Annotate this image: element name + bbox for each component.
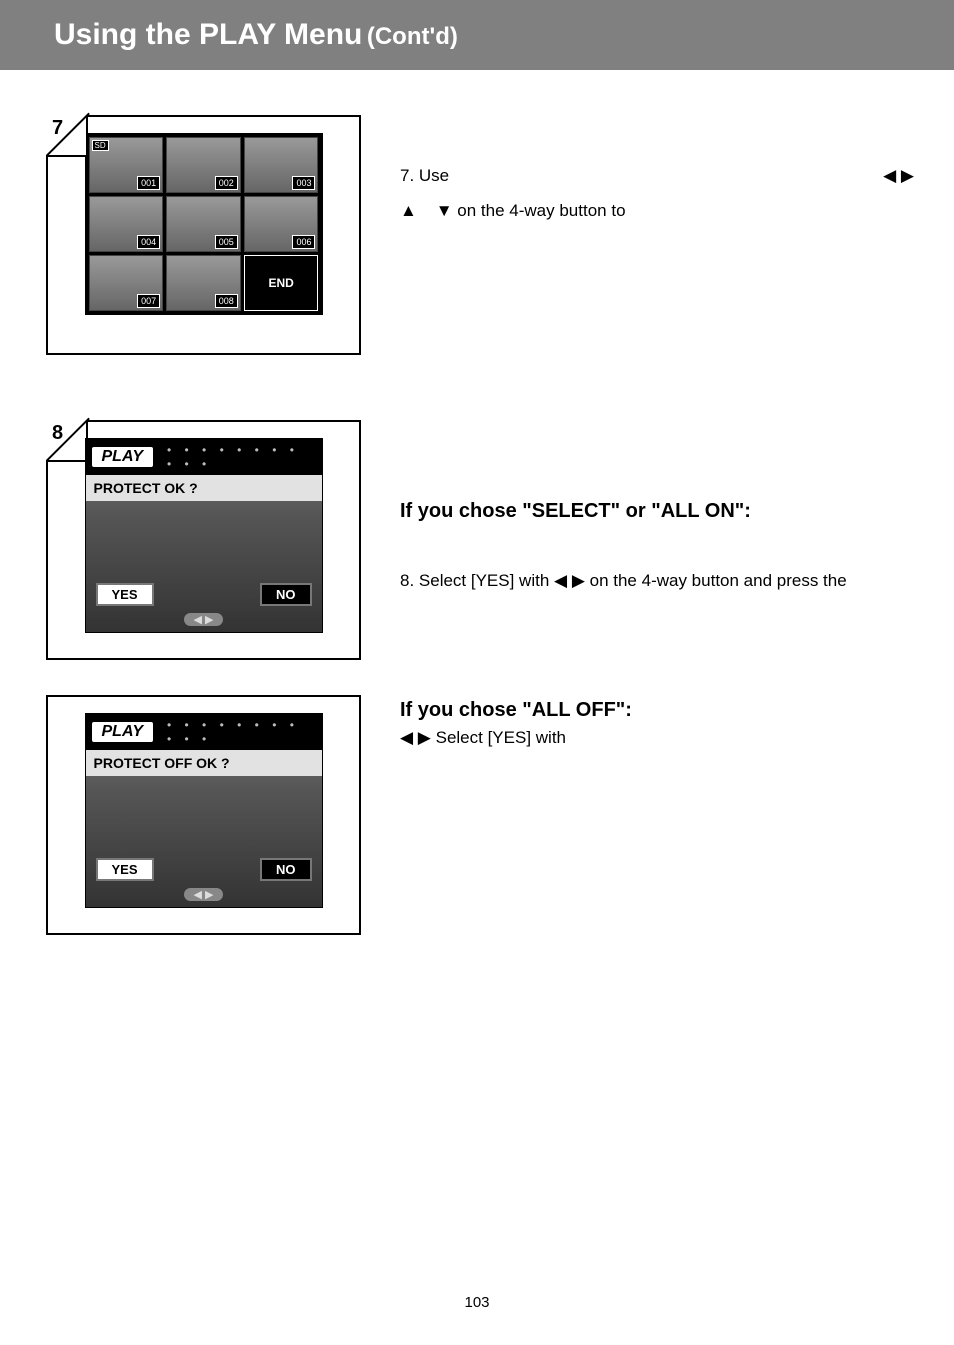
thumb-number: 006	[292, 235, 315, 249]
left-right-arrows-icon: ◀ ▶	[883, 165, 914, 188]
left-right-arrows-icon: ◀ ▶	[554, 571, 585, 590]
thumb-number: 008	[215, 294, 238, 308]
step-number-7: 7	[46, 115, 88, 157]
thumbnail-grid: SD 001 002 003 004 005 006 007 008 END	[85, 133, 323, 315]
figure-step-9: PLAY • • • • • • • • • • • PROTECT OFF O…	[46, 695, 361, 935]
header-dots: • • • • • • • • • • •	[153, 443, 316, 471]
play-dialog-question: PROTECT OFF OK ?	[86, 750, 322, 776]
play-header-label: PLAY	[92, 722, 153, 742]
thumb-number: 007	[137, 294, 160, 308]
figure-step-8: 8 PLAY • • • • • • • • • • • PROTECT OK …	[46, 420, 361, 660]
thumbnail: 007	[89, 255, 164, 311]
left-right-pill-icon: ◀ ▶	[184, 888, 224, 901]
step-7-text-line2: ▲ ▼ on the 4-way button to	[400, 200, 914, 223]
dialog-nav-indicator: ◀ ▶	[86, 610, 322, 628]
up-arrow-icon: ▲	[400, 201, 417, 220]
step-9-body: ◀ ▶ Select [YES] with	[400, 727, 914, 750]
no-button[interactable]: NO	[260, 858, 312, 881]
step-9-heading: If you chose "ALL OFF":	[400, 697, 914, 724]
thumbnail: 006	[244, 196, 319, 252]
thumb-number: 003	[292, 176, 315, 190]
down-arrow-icon: ▼	[436, 201, 453, 220]
thumbnail: 008	[166, 255, 241, 311]
page-title-bar: Using the PLAY Menu (Cont'd)	[0, 0, 954, 70]
figure-step-7: 7 SD 001 002 003 004 005 006 007 008 END	[46, 115, 361, 355]
play-dialog-protect-ok: PLAY • • • • • • • • • • • PROTECT OK ? …	[85, 438, 323, 633]
thumbnail: 002	[166, 137, 241, 193]
step-8-body: 8. Select [YES] with ◀ ▶ on the 4-way bu…	[400, 570, 914, 593]
header-dots: • • • • • • • • • • •	[153, 718, 316, 746]
left-right-pill-icon: ◀ ▶	[184, 613, 224, 626]
yes-button[interactable]: YES	[96, 858, 154, 881]
play-dialog-header: PLAY • • • • • • • • • • •	[86, 714, 322, 750]
thumbnail: SD 001	[89, 137, 164, 193]
thumbnail: 005	[166, 196, 241, 252]
step-7-text-line1: 7. Use ◀ ▶	[400, 165, 914, 188]
sd-badge: SD	[92, 140, 109, 151]
thumb-number: 004	[137, 235, 160, 249]
yes-button[interactable]: YES	[96, 583, 154, 606]
page-title-sub: (Cont'd)	[367, 23, 458, 50]
thumb-number: 002	[215, 176, 238, 190]
no-button[interactable]: NO	[260, 583, 312, 606]
left-right-arrows-icon: ◀ ▶	[400, 728, 431, 747]
page-number: 103	[0, 1294, 954, 1311]
thumb-number: 005	[215, 235, 238, 249]
thumb-number: 001	[137, 176, 160, 190]
page-title-main: Using the PLAY Menu	[54, 18, 362, 51]
thumbnail: 003	[244, 137, 319, 193]
thumbnail: 004	[89, 196, 164, 252]
step-8-heading: If you chose "SELECT" or "ALL ON":	[400, 498, 914, 525]
dialog-nav-indicator: ◀ ▶	[86, 885, 322, 903]
play-header-label: PLAY	[92, 447, 153, 467]
play-dialog-protect-off: PLAY • • • • • • • • • • • PROTECT OFF O…	[85, 713, 323, 908]
play-dialog-header: PLAY • • • • • • • • • • •	[86, 439, 322, 475]
play-dialog-question: PROTECT OK ?	[86, 475, 322, 501]
step-number-8: 8	[46, 420, 88, 462]
thumbnail-end: END	[244, 255, 319, 311]
